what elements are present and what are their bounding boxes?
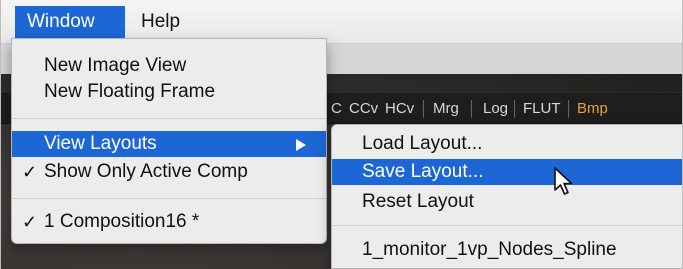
menu-item-label: View Layouts — [44, 133, 157, 154]
menu-help[interactable]: Help — [129, 6, 192, 38]
toolbar-item-flut[interactable]: FLUT — [523, 99, 561, 119]
toolbar-item-hcv[interactable]: HCv — [385, 99, 414, 119]
menu-item-composition[interactable]: ✓ 1 Composition16 * — [12, 209, 326, 235]
menu-item-label: 1 Composition16 * — [44, 211, 200, 232]
toolbar-separator — [423, 100, 424, 118]
checkmark-icon: ✓ — [22, 162, 38, 182]
toolbar-item-bmp[interactable]: Bmp — [577, 99, 608, 119]
menu-help-label: Help — [141, 11, 181, 32]
toolbar-item-log[interactable]: Log — [483, 99, 508, 119]
chevron-right-icon — [296, 139, 306, 151]
checkmark-icon: ✓ — [22, 212, 38, 232]
menu-item-label: 1_monitor_1vp_Nodes_Spline — [362, 239, 617, 260]
menu-item-layout-preset[interactable]: 1_monitor_1vp_Nodes_Spline — [332, 237, 682, 263]
menu-item-load-layout[interactable]: Load Layout... — [332, 131, 682, 157]
menu-item-label: Load Layout... — [362, 133, 483, 154]
toolbar-item-ccv[interactable]: CCv — [349, 99, 378, 119]
toolbar-separator — [514, 100, 515, 118]
toolbar-item-mrg[interactable]: Mrg — [433, 99, 459, 119]
menu-item-label: Show Only Active Comp — [44, 161, 248, 182]
toolbar-separator — [568, 100, 569, 118]
menu-item-show-only-active-comp[interactable]: ✓ Show Only Active Comp — [12, 159, 326, 185]
menu-item-label: Reset Layout — [362, 191, 474, 212]
menu-item-view-layouts[interactable]: View Layouts — [12, 131, 326, 157]
menu-item-new-image-view[interactable]: New Image View — [12, 53, 326, 79]
menu-item-save-layout[interactable]: Save Layout... — [332, 159, 682, 185]
menu-item-reset-layout[interactable]: Reset Layout — [332, 189, 682, 215]
app-frame: C CCv HCv Mrg Log FLUT Bmp Window Help N… — [0, 0, 683, 269]
window-menu: New Image View New Floating Frame View L… — [11, 38, 327, 244]
menu-item-label: New Image View — [44, 55, 187, 76]
toolbar-separator — [471, 100, 472, 118]
menu-window-label: Window — [27, 11, 95, 32]
menu-separator — [12, 118, 326, 119]
mouse-pointer-icon — [554, 167, 573, 195]
menu-item-label: Save Layout... — [362, 161, 484, 182]
view-layouts-submenu: Load Layout... Save Layout... Reset Layo… — [331, 124, 682, 269]
menu-separator — [332, 225, 682, 226]
menu-window[interactable]: Window — [15, 6, 125, 38]
toolbar-item-c[interactable]: C — [331, 99, 342, 119]
menu-separator — [12, 198, 326, 199]
menu-item-new-floating-frame[interactable]: New Floating Frame — [12, 79, 326, 105]
menu-item-label: New Floating Frame — [44, 81, 216, 102]
